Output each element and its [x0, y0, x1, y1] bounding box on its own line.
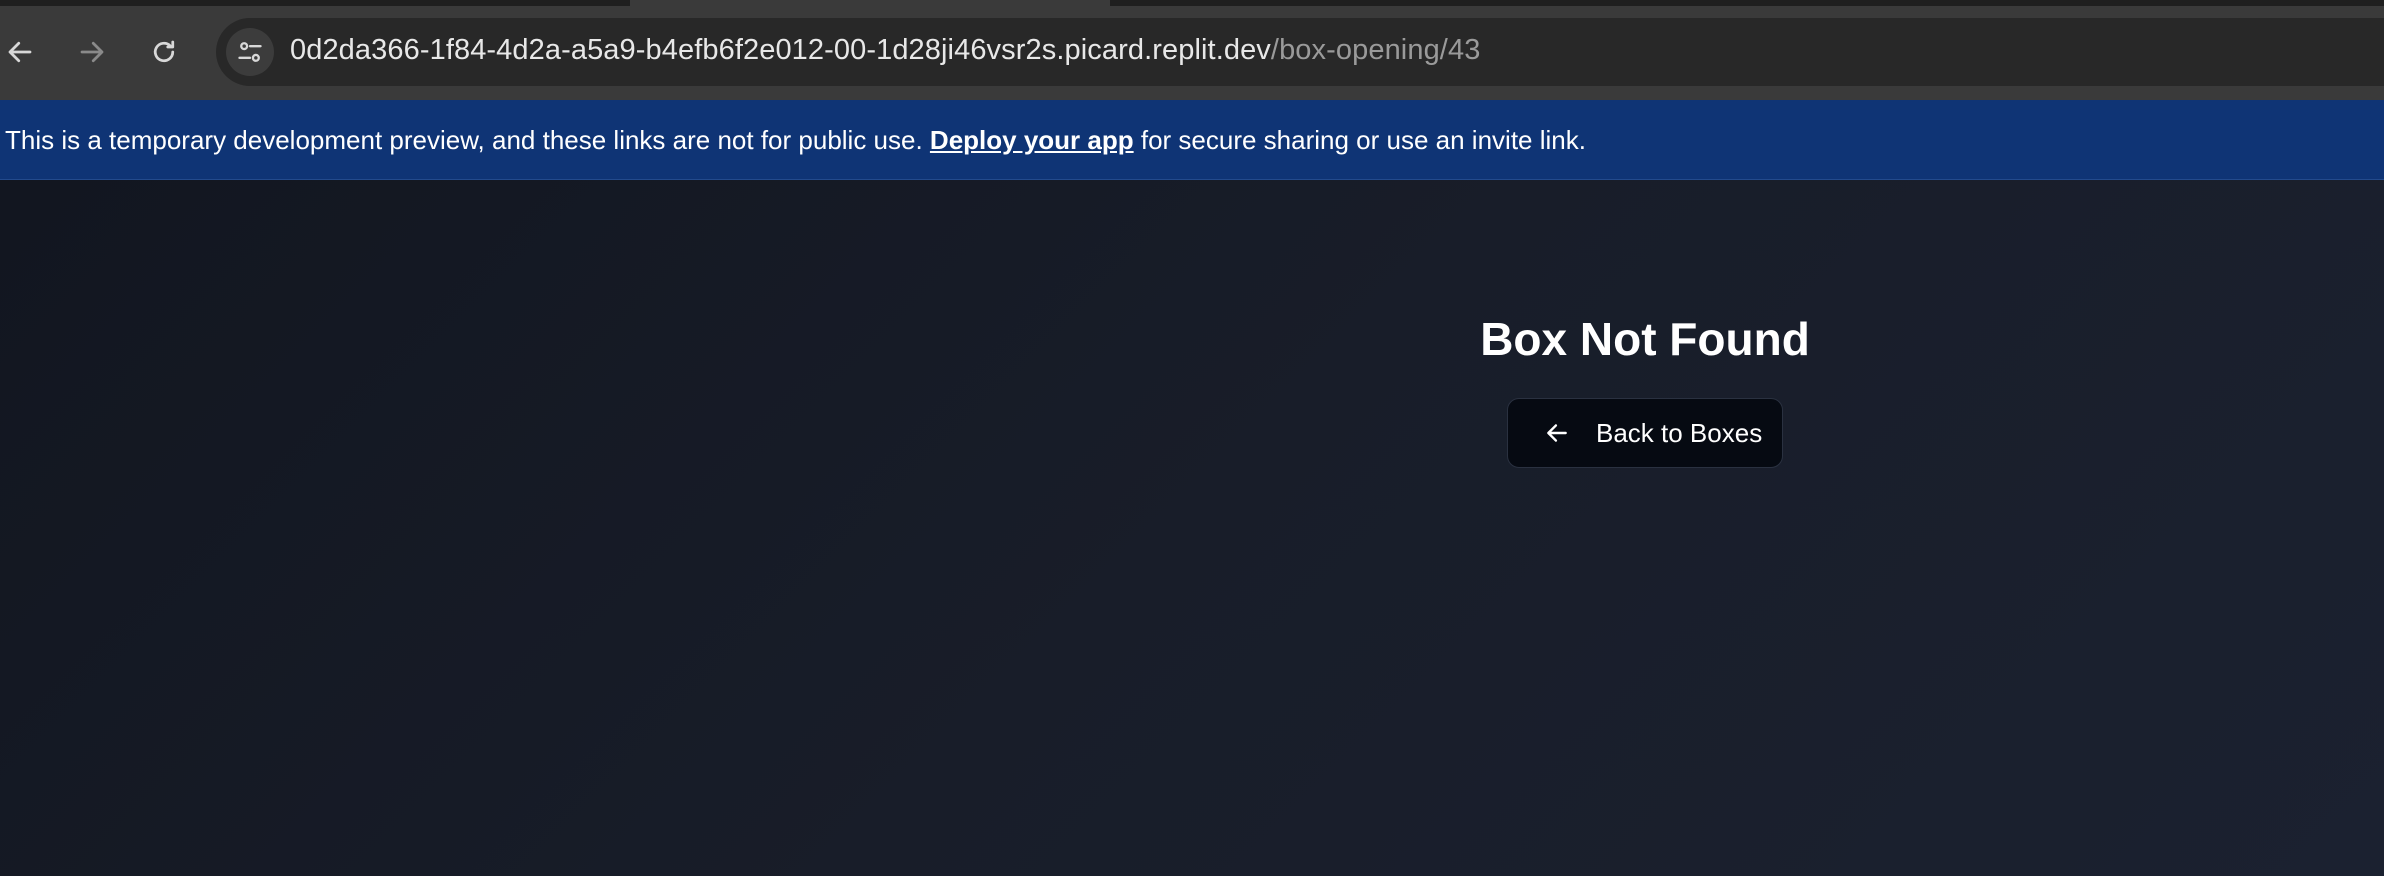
active-tab[interactable]: [630, 0, 1110, 6]
site-info-button[interactable]: [226, 28, 274, 76]
reload-button[interactable]: [140, 28, 188, 76]
reload-icon: [153, 40, 175, 63]
browser-toolbar: 0d2da366-1f84-4d2a-a5a9-b4efb6f2e012-00-…: [0, 0, 2384, 100]
dev-preview-banner: This is a temporary development preview,…: [0, 100, 2384, 180]
tab-strip: [0, 0, 2384, 6]
forward-button[interactable]: [68, 28, 116, 76]
url-host: 0d2da366-1f84-4d2a-a5a9-b4efb6f2e012-00-…: [290, 34, 1271, 66]
banner-text-before: This is a temporary development preview,…: [5, 125, 930, 155]
deploy-app-link[interactable]: Deploy your app: [930, 125, 1134, 155]
banner-text-after: for secure sharing or use an invite link…: [1133, 125, 1586, 155]
arrow-left-icon: [8, 41, 32, 63]
back-to-boxes-label: Back to Boxes: [1596, 417, 1763, 448]
arrow-left-icon: [1544, 420, 1570, 446]
main-content: Box Not Found Back to Boxes: [0, 180, 2384, 876]
tune-icon: [238, 42, 262, 62]
arrow-right-icon: [80, 41, 104, 63]
url-text[interactable]: 0d2da366-1f84-4d2a-a5a9-b4efb6f2e012-00-…: [290, 34, 1480, 67]
url-path: /box-opening/43: [1270, 34, 1481, 66]
address-bar[interactable]: 0d2da366-1f84-4d2a-a5a9-b4efb6f2e012-00-…: [216, 18, 2384, 86]
back-to-boxes-button[interactable]: Back to Boxes: [1507, 398, 1783, 468]
back-button[interactable]: [0, 28, 44, 76]
page-title: Box Not Found: [1480, 313, 1810, 365]
